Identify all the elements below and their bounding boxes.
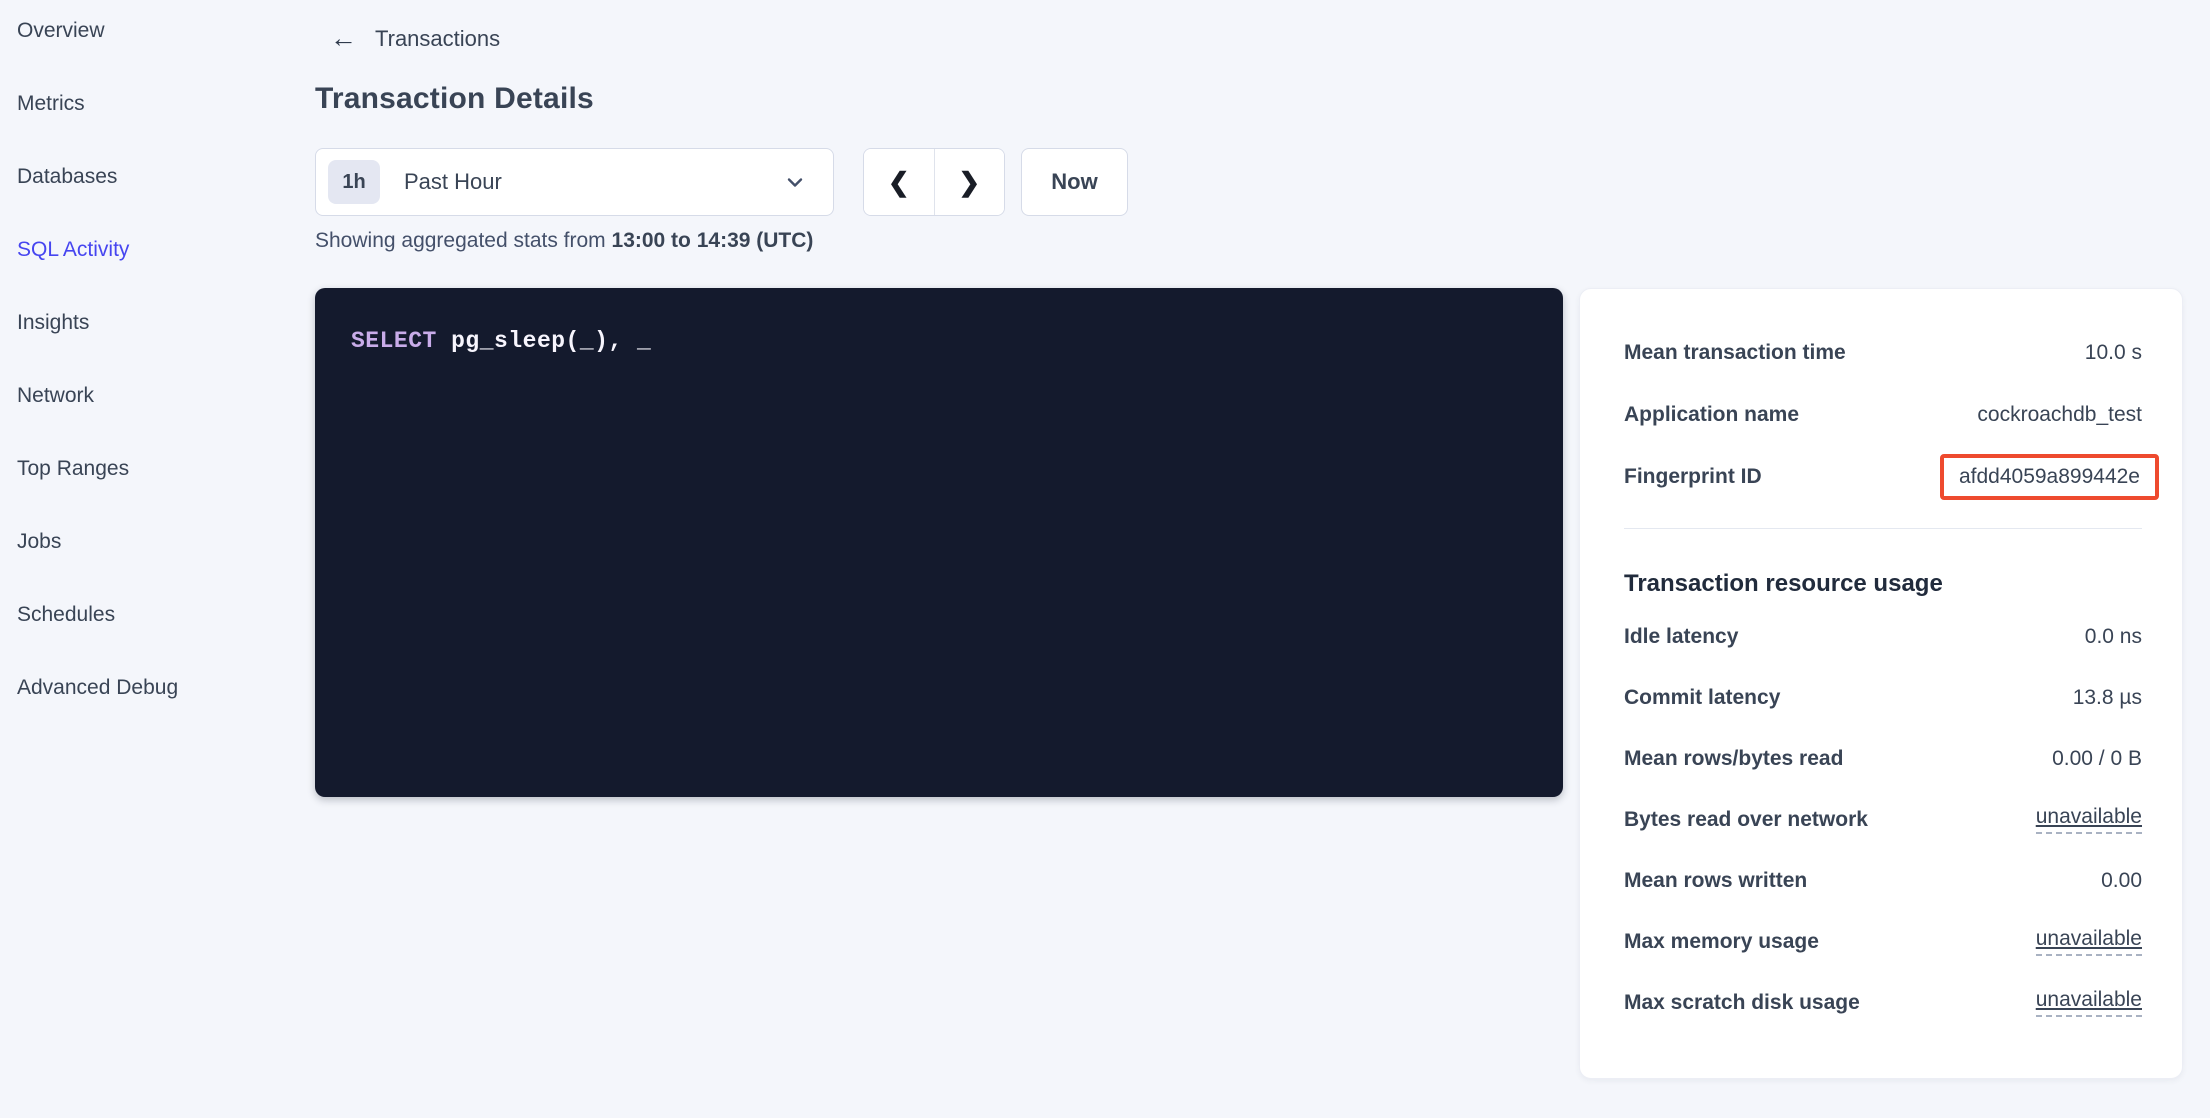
mean-rows-bytes-read-row: Mean rows/bytes read 0.00 / 0 B bbox=[1624, 728, 2142, 789]
sidebar-item-advanced-debug[interactable]: Advanced Debug bbox=[0, 651, 300, 724]
mean-transaction-time-row: Mean transaction time 10.0 s bbox=[1624, 322, 2142, 384]
sidebar-item-databases[interactable]: Databases bbox=[0, 140, 300, 213]
now-button[interactable]: Now bbox=[1021, 148, 1128, 216]
row-label: Commit latency bbox=[1624, 686, 1780, 710]
back-arrow-icon: ← bbox=[330, 25, 357, 52]
next-time-range-button[interactable]: ❯ bbox=[935, 149, 1005, 215]
fingerprint-highlight-box: afdd4059a899442e bbox=[1940, 454, 2159, 500]
row-label: Mean rows/bytes read bbox=[1624, 747, 1843, 771]
breadcrumb-label: Transactions bbox=[375, 26, 500, 52]
mean-rows-written-row: Mean rows written 0.00 bbox=[1624, 850, 2142, 911]
row-label: Bytes read over network bbox=[1624, 808, 1868, 832]
breadcrumb-transactions-link[interactable]: ← Transactions bbox=[330, 25, 500, 52]
transaction-details-panel: Mean transaction time 10.0 s Application… bbox=[1579, 288, 2183, 1079]
time-range-badge: 1h bbox=[328, 160, 380, 204]
bytes-read-over-network-row: Bytes read over network unavailable bbox=[1624, 789, 2142, 850]
sidebar-item-top-ranges[interactable]: Top Ranges bbox=[0, 432, 300, 505]
max-scratch-disk-usage-row: Max scratch disk usage unavailable bbox=[1624, 972, 2142, 1033]
commit-latency-row: Commit latency 13.8 µs bbox=[1624, 667, 2142, 728]
row-label: Max memory usage bbox=[1624, 930, 1819, 954]
time-range-selected: Past Hour bbox=[404, 169, 783, 195]
sidebar-item-insights[interactable]: Insights bbox=[0, 286, 300, 359]
sidebar-item-network[interactable]: Network bbox=[0, 359, 300, 432]
page-title: Transaction Details bbox=[315, 82, 594, 116]
row-value: 0.0 ns bbox=[2085, 625, 2142, 649]
previous-time-range-button[interactable]: ❮ bbox=[864, 149, 935, 215]
resource-usage-section-title: Transaction resource usage bbox=[1624, 569, 2142, 599]
row-label: Max scratch disk usage bbox=[1624, 991, 1860, 1015]
row-label: Application name bbox=[1624, 403, 1799, 427]
application-name-row: Application name cockroachdb_test bbox=[1624, 384, 2142, 446]
row-value: 13.8 µs bbox=[2073, 686, 2142, 710]
time-range-dropdown[interactable]: 1h Past Hour bbox=[315, 148, 834, 216]
chevron-right-icon: ❯ bbox=[958, 167, 980, 198]
sidebar-item-metrics[interactable]: Metrics bbox=[0, 67, 300, 140]
sidebar-item-jobs[interactable]: Jobs bbox=[0, 505, 300, 578]
resource-rows: Idle latency 0.0 ns Commit latency 13.8 … bbox=[1624, 606, 2142, 1033]
row-label: Mean transaction time bbox=[1624, 341, 1846, 365]
sidebar-item-schedules[interactable]: Schedules bbox=[0, 578, 300, 651]
aggregated-stats-line: Showing aggregated stats from 13:00 to 1… bbox=[315, 229, 813, 253]
summary-rows: Mean transaction time 10.0 s Application… bbox=[1624, 322, 2142, 508]
stats-line-range: 13:00 to 14:39 (UTC) bbox=[612, 229, 814, 252]
row-label: Fingerprint ID bbox=[1624, 465, 1762, 489]
chevron-down-icon bbox=[783, 170, 807, 194]
stats-line-prefix: Showing aggregated stats from bbox=[315, 229, 612, 252]
sidebar: Overview Metrics Databases SQL Activity … bbox=[0, 0, 300, 724]
row-value: 0.00 bbox=[2101, 869, 2142, 893]
time-range-step-buttons: ❮ ❯ bbox=[863, 148, 1005, 216]
sql-statement-box: SELECT pg_sleep(_), _ bbox=[315, 288, 1563, 797]
row-label: Idle latency bbox=[1624, 625, 1738, 649]
card-divider bbox=[1624, 528, 2142, 529]
row-value: cockroachdb_test bbox=[1977, 403, 2142, 427]
sql-keyword: SELECT bbox=[351, 328, 437, 354]
row-value: 10.0 s bbox=[2085, 341, 2142, 365]
fingerprint-id-row: Fingerprint ID afdd4059a899442e bbox=[1624, 446, 2142, 508]
chevron-left-icon: ❮ bbox=[888, 167, 910, 198]
idle-latency-row: Idle latency 0.0 ns bbox=[1624, 606, 2142, 667]
row-value-unavailable: unavailable bbox=[2036, 927, 2142, 956]
sql-statement-text: pg_sleep(_), _ bbox=[437, 328, 652, 354]
row-label: Mean rows written bbox=[1624, 869, 1807, 893]
fingerprint-id-value: afdd4059a899442e bbox=[1959, 465, 2140, 488]
row-value-unavailable: unavailable bbox=[2036, 988, 2142, 1017]
sidebar-item-overview[interactable]: Overview bbox=[0, 0, 300, 67]
row-value: 0.00 / 0 B bbox=[2052, 747, 2142, 771]
row-value-unavailable: unavailable bbox=[2036, 805, 2142, 834]
sidebar-item-sql-activity[interactable]: SQL Activity bbox=[0, 213, 300, 286]
max-memory-usage-row: Max memory usage unavailable bbox=[1624, 911, 2142, 972]
